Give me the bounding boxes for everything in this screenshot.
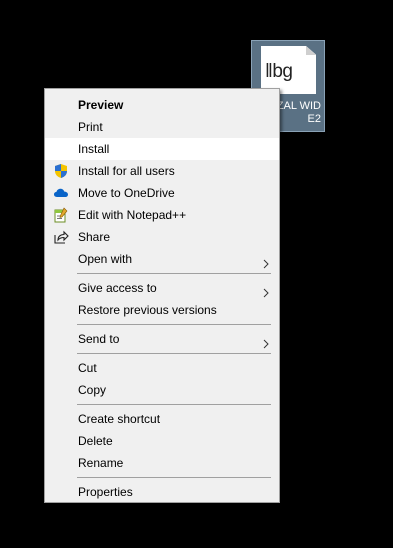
menu-item-label: Cut — [78, 361, 97, 375]
menu-item-label: Send to — [78, 332, 120, 346]
menu-item-cut[interactable]: Cut — [45, 357, 279, 379]
menu-item-restore-previous-versions[interactable]: Restore previous versions — [45, 299, 279, 321]
menu-item-label: Install — [78, 142, 110, 156]
menu-item-print[interactable]: Print — [45, 116, 279, 138]
menu-item-delete[interactable]: Delete — [45, 430, 279, 452]
menu-item-send-to[interactable]: Send to — [45, 328, 279, 350]
menu-item-label: Copy — [78, 383, 107, 397]
menu-item-label: Install for all users — [78, 164, 175, 178]
file-type-glyph: ‖bg — [265, 61, 293, 82]
menu-separator — [77, 477, 271, 478]
chevron-right-icon — [261, 334, 271, 349]
menu-item-give-access-to[interactable]: Give access to — [45, 277, 279, 299]
menu-item-label: Open with — [78, 252, 133, 266]
onedrive-cloud-icon — [53, 185, 69, 201]
menu-item-copy[interactable]: Copy — [45, 379, 279, 401]
menu-item-label: Preview — [78, 98, 124, 112]
menu-item-create-shortcut[interactable]: Create shortcut — [45, 408, 279, 430]
uac-shield-icon — [53, 163, 69, 179]
menu-item-label: Restore previous versions — [78, 303, 217, 317]
menu-item-label: Rename — [78, 456, 124, 470]
menu-item-label: Delete — [78, 434, 113, 448]
chevron-right-icon — [261, 254, 271, 269]
menu-item-label: Move to OneDrive — [78, 186, 175, 200]
menu-item-label: Create shortcut — [78, 412, 161, 426]
menu-item-move-to-onedrive[interactable]: Move to OneDrive — [45, 182, 279, 204]
menu-item-properties[interactable]: Properties — [45, 481, 279, 503]
menu-item-rename[interactable]: Rename — [45, 452, 279, 474]
menu-item-install-for-all-users[interactable]: Install for all users — [45, 160, 279, 182]
menu-item-preview[interactable]: Preview — [45, 94, 279, 116]
share-icon — [53, 229, 69, 245]
menu-separator — [77, 273, 271, 274]
notepad-plus-plus-icon — [53, 207, 69, 223]
menu-item-open-with[interactable]: Open with — [45, 248, 279, 270]
menu-separator — [77, 324, 271, 325]
menu-item-install[interactable]: Install — [45, 138, 279, 160]
menu-item-share[interactable]: Share — [45, 226, 279, 248]
menu-item-label: Share — [78, 230, 111, 244]
chevron-right-icon — [261, 283, 271, 298]
menu-item-label: Give access to — [78, 281, 157, 295]
menu-item-label: Edit with Notepad++ — [78, 208, 187, 222]
context-menu: Preview Print Install Install for all users… — [44, 88, 280, 503]
menu-item-label: Print — [78, 120, 103, 134]
menu-separator — [77, 353, 271, 354]
menu-separator — [77, 404, 271, 405]
menu-item-label: Properties — [78, 485, 133, 499]
menu-item-edit-with-notepadplusplus[interactable]: Edit with Notepad++ — [45, 204, 279, 226]
